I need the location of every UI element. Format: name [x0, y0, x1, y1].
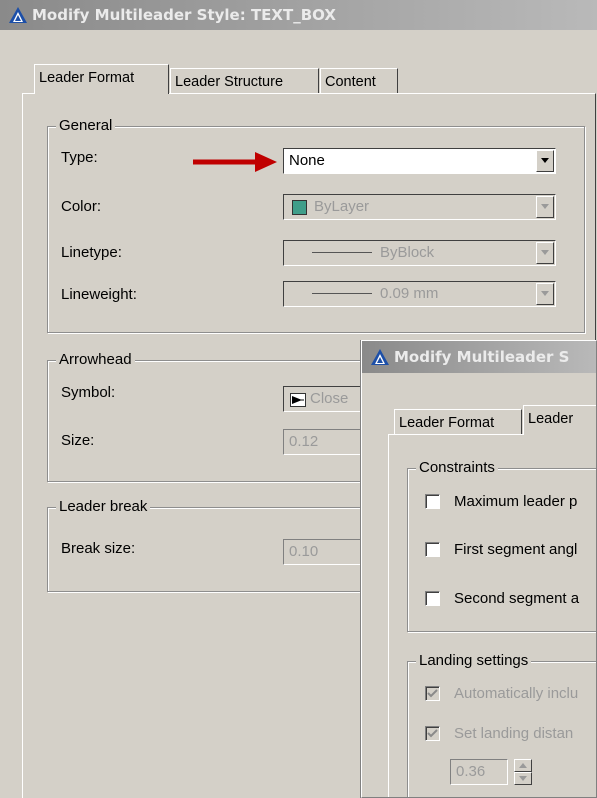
second-dialog: Modify Multileader S Leader Format Leade… — [361, 340, 597, 798]
second-tab-leader-structure[interactable]: Leader — [523, 405, 596, 435]
second-segment-angle-checkbox[interactable] — [425, 591, 440, 606]
constraints-group-label: Constraints — [416, 459, 498, 477]
tab-leader-format[interactable]: Leader Format — [34, 64, 169, 94]
spin-up-icon — [519, 763, 527, 768]
color-label: Color: — [61, 198, 102, 215]
chevron-down-icon — [541, 204, 549, 209]
closed-filled-arrow-icon — [290, 393, 306, 407]
red-pointer-arrow-icon — [193, 152, 277, 172]
linetype-label: Linetype: — [61, 244, 122, 261]
tab-label: Leader — [528, 411, 574, 427]
landing-distance-input[interactable]: 0.36 — [450, 759, 508, 785]
lineweight-dropdown-button[interactable] — [536, 283, 554, 305]
general-group-label: General — [56, 117, 116, 135]
size-label: Size: — [61, 432, 95, 449]
chevron-down-icon — [541, 158, 549, 163]
first-segment-angle-label: First segment angl — [454, 541, 578, 558]
arrowhead-group-label: Arrowhead — [56, 351, 135, 369]
autocad-logo-icon — [371, 349, 389, 365]
auto-include-landing-checkbox[interactable] — [425, 686, 440, 701]
linetype-value: ByBlock — [380, 244, 435, 261]
landing-settings-group-label: Landing settings — [416, 652, 532, 670]
tab-label: Content — [325, 74, 376, 90]
tab-label: Leader Format — [39, 70, 135, 86]
tab-label: Leader Structure — [175, 74, 284, 90]
lineweight-preview-line — [312, 293, 372, 294]
linetype-dropdown-button[interactable] — [536, 242, 554, 264]
type-label: Type: — [61, 149, 98, 166]
tab-content[interactable]: Content — [320, 68, 398, 94]
lineweight-label: Lineweight: — [61, 286, 137, 303]
color-swatch — [292, 200, 307, 215]
type-value: None — [289, 152, 325, 169]
symbol-value: Close — [310, 390, 349, 407]
autocad-logo-icon — [9, 7, 27, 23]
symbol-label: Symbol: — [61, 384, 116, 401]
set-landing-distance-label: Set landing distan — [454, 725, 574, 742]
set-landing-distance-checkbox[interactable] — [425, 726, 440, 741]
max-leader-points-label: Maximum leader p — [454, 493, 578, 510]
linetype-dropdown[interactable]: ByBlock — [283, 240, 556, 266]
color-dropdown-button[interactable] — [536, 196, 554, 218]
main-title-text: Modify Multileader Style: TEXT_BOX — [32, 6, 336, 24]
tab-label: Leader Format — [399, 415, 495, 431]
leader-break-group-label: Leader break — [56, 498, 151, 516]
linetype-preview-line — [312, 252, 372, 253]
spin-down-icon — [519, 776, 527, 781]
type-dropdown[interactable]: None — [283, 148, 556, 174]
lineweight-value: 0.09 mm — [380, 285, 439, 302]
lineweight-dropdown[interactable]: 0.09 mm — [283, 281, 556, 307]
type-dropdown-button[interactable] — [536, 150, 554, 172]
chevron-down-icon — [541, 291, 549, 296]
first-segment-angle-checkbox[interactable] — [425, 542, 440, 557]
second-tab-leader-format[interactable]: Leader Format — [394, 409, 522, 435]
checkmark-icon — [427, 689, 438, 698]
tab-leader-structure[interactable]: Leader Structure — [170, 68, 319, 94]
checkmark-icon — [427, 729, 438, 738]
auto-include-landing-label: Automatically inclu — [454, 685, 579, 702]
chevron-down-icon — [541, 250, 549, 255]
main-title-bar[interactable]: Modify Multileader Style: TEXT_BOX — [0, 0, 597, 30]
break-size-label: Break size: — [61, 540, 136, 557]
spin-down-button[interactable] — [514, 772, 532, 785]
spin-up-button[interactable] — [514, 759, 532, 772]
second-segment-angle-label: Second segment a — [454, 590, 580, 607]
color-dropdown[interactable]: ByLayer — [283, 194, 556, 220]
landing-distance-spinner[interactable] — [514, 759, 532, 785]
max-leader-points-checkbox[interactable] — [425, 494, 440, 509]
second-title-bar[interactable]: Modify Multileader S — [362, 341, 596, 373]
second-title-text: Modify Multileader S — [394, 348, 570, 366]
color-value: ByLayer — [314, 198, 370, 215]
